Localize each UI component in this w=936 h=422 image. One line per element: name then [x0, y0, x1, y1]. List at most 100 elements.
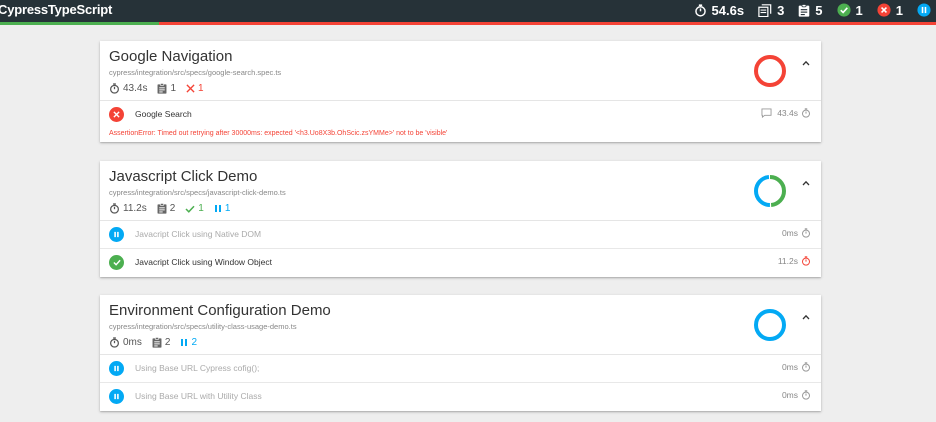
- suite-test-count-value: 2: [164, 337, 171, 348]
- collapse-toggle-button[interactable]: [800, 308, 812, 320]
- pause-circle-icon: [917, 3, 931, 17]
- stopwatch-icon: [110, 337, 119, 348]
- suite-title: Javascript Click Demo: [109, 168, 258, 185]
- suite-failed-value: 1: [198, 83, 204, 94]
- cancel-circle-icon: [877, 3, 891, 17]
- suite-card: Environment Configuration Demo cypress/i…: [100, 295, 821, 411]
- stopwatch-icon: [802, 362, 810, 372]
- test-duration: 0ms: [782, 390, 811, 400]
- stat-suites[interactable]: 3: [758, 3, 784, 18]
- stopwatch-icon: [802, 228, 810, 238]
- suite-test-count: 1: [157, 83, 176, 94]
- close-icon: [186, 84, 195, 93]
- library-icon: [758, 3, 772, 17]
- suite-donut-chart: [754, 55, 786, 87]
- suite-passed-count: 1: [185, 203, 204, 214]
- suite-duration: 11.2s: [109, 203, 147, 214]
- stopwatch-icon: [802, 108, 810, 118]
- test-duration-value: 43.4s: [777, 108, 798, 118]
- report-title[interactable]: CypressTypeScript: [0, 2, 112, 17]
- stat-duration[interactable]: 54.6s: [694, 2, 745, 18]
- comment-icon: [761, 108, 772, 118]
- duration-value: 54.6s: [711, 2, 745, 18]
- collapse-toggle-button[interactable]: [800, 54, 812, 66]
- test-pending-icon: [109, 227, 124, 242]
- test-row[interactable]: Using Base URL with Utility Class 0ms: [100, 383, 821, 411]
- suite-donut-chart: [754, 175, 786, 207]
- test-pending-icon: [109, 361, 124, 376]
- suite-title: Google Navigation: [109, 48, 233, 65]
- tests-count: 5: [815, 2, 823, 18]
- donut-segment-fail: [754, 55, 786, 87]
- test-name: Javacript Click using Window Object: [135, 257, 272, 267]
- test-duration-value: 0ms: [781, 390, 798, 400]
- test-failed-icon: [109, 107, 124, 122]
- test-duration: 0ms: [782, 362, 811, 372]
- suite-pending-count: 2: [180, 337, 197, 348]
- header-stats: 54.6s 3 5 1 1: [694, 0, 936, 20]
- pause-icon: [214, 205, 221, 212]
- test-duration-value: 0ms: [781, 228, 798, 238]
- passed-count: 1: [855, 2, 863, 18]
- stat-passed[interactable]: 1: [836, 2, 863, 18]
- suite-pending-count: 1: [214, 203, 231, 214]
- test-name: Using Base URL with Utility Class: [135, 391, 262, 401]
- suite-file-path: cypress/integration/src/specs/utility-cl…: [109, 322, 297, 331]
- suite-card: Javascript Click Demo cypress/integratio…: [100, 161, 821, 277]
- suite-summary: 11.2s 2 1 1: [109, 203, 240, 214]
- stat-pending[interactable]: [917, 3, 936, 17]
- suite-donut-chart: [754, 309, 786, 341]
- chevron-up-icon: [802, 314, 810, 320]
- suite-test-count: 2: [152, 337, 171, 348]
- test-row[interactable]: Google Search AssertionError: Timed out …: [100, 101, 821, 142]
- suite-file-path: cypress/integration/src/specs/javascript…: [109, 188, 286, 197]
- suite-summary: 0ms 2 2: [109, 337, 207, 348]
- suites-count: 3: [777, 2, 785, 18]
- test-row[interactable]: Using Base URL Cypress cofig(); 0ms: [100, 355, 821, 383]
- test-row[interactable]: Javacript Click using Window Object 11.2…: [100, 249, 821, 277]
- stopwatch-icon: [110, 203, 119, 214]
- test-pending-icon: [109, 389, 124, 404]
- suite-title: Environment Configuration Demo: [109, 302, 331, 319]
- test-name: Using Base URL Cypress cofig();: [135, 363, 260, 373]
- test-duration-value: 11.2s: [777, 256, 798, 266]
- stopwatch-icon: [110, 83, 119, 94]
- suite-test-count-value: 1: [170, 83, 177, 94]
- suite-duration: 43.4s: [109, 83, 147, 94]
- check-circle-icon: [836, 3, 851, 17]
- suite-test-count: 2: [157, 203, 176, 214]
- pass-progress-fill: [0, 22, 160, 25]
- test-duration: 0ms: [782, 228, 811, 238]
- pass-progress-bar: [0, 22, 936, 25]
- suite-test-count-value: 2: [169, 203, 176, 214]
- assignment-icon: [152, 337, 162, 348]
- suite-header: Google Navigation cypress/integration/sr…: [100, 41, 821, 101]
- collapse-toggle-button[interactable]: [800, 174, 812, 186]
- donut-segment-pending: [754, 309, 786, 341]
- suite-duration-value: 0ms: [123, 337, 142, 348]
- suite-summary: 43.4s 1 1: [109, 83, 214, 94]
- test-passed-icon: [109, 255, 124, 270]
- chevron-up-icon: [802, 180, 810, 186]
- top-navbar: CypressTypeScript 54.6s 3 5 1 1: [0, 0, 936, 22]
- test-name: Google Search: [135, 109, 192, 119]
- failed-count: 1: [895, 2, 903, 18]
- suite-duration-value: 43.4s: [123, 83, 148, 94]
- suite-card: Google Navigation cypress/integration/sr…: [100, 41, 821, 142]
- assignment-icon: [799, 3, 810, 17]
- stat-failed[interactable]: 1: [877, 3, 903, 18]
- assignment-icon: [157, 203, 167, 214]
- stopwatch-icon: [802, 390, 810, 400]
- stopwatch-icon: [694, 3, 706, 17]
- check-icon: [185, 205, 195, 213]
- test-duration-value: 0ms: [781, 362, 798, 372]
- test-row[interactable]: Javacript Click using Native DOM 0ms: [100, 221, 821, 249]
- suite-pending-value: 2: [191, 337, 198, 348]
- assignment-icon: [158, 83, 167, 94]
- pause-icon: [181, 339, 188, 346]
- suite-pending-value: 1: [224, 203, 231, 214]
- suite-header: Environment Configuration Demo cypress/i…: [100, 295, 821, 355]
- test-duration: 43.4s: [761, 108, 811, 118]
- suite-failed-count: 1: [186, 83, 204, 94]
- stat-tests[interactable]: 5: [798, 2, 823, 18]
